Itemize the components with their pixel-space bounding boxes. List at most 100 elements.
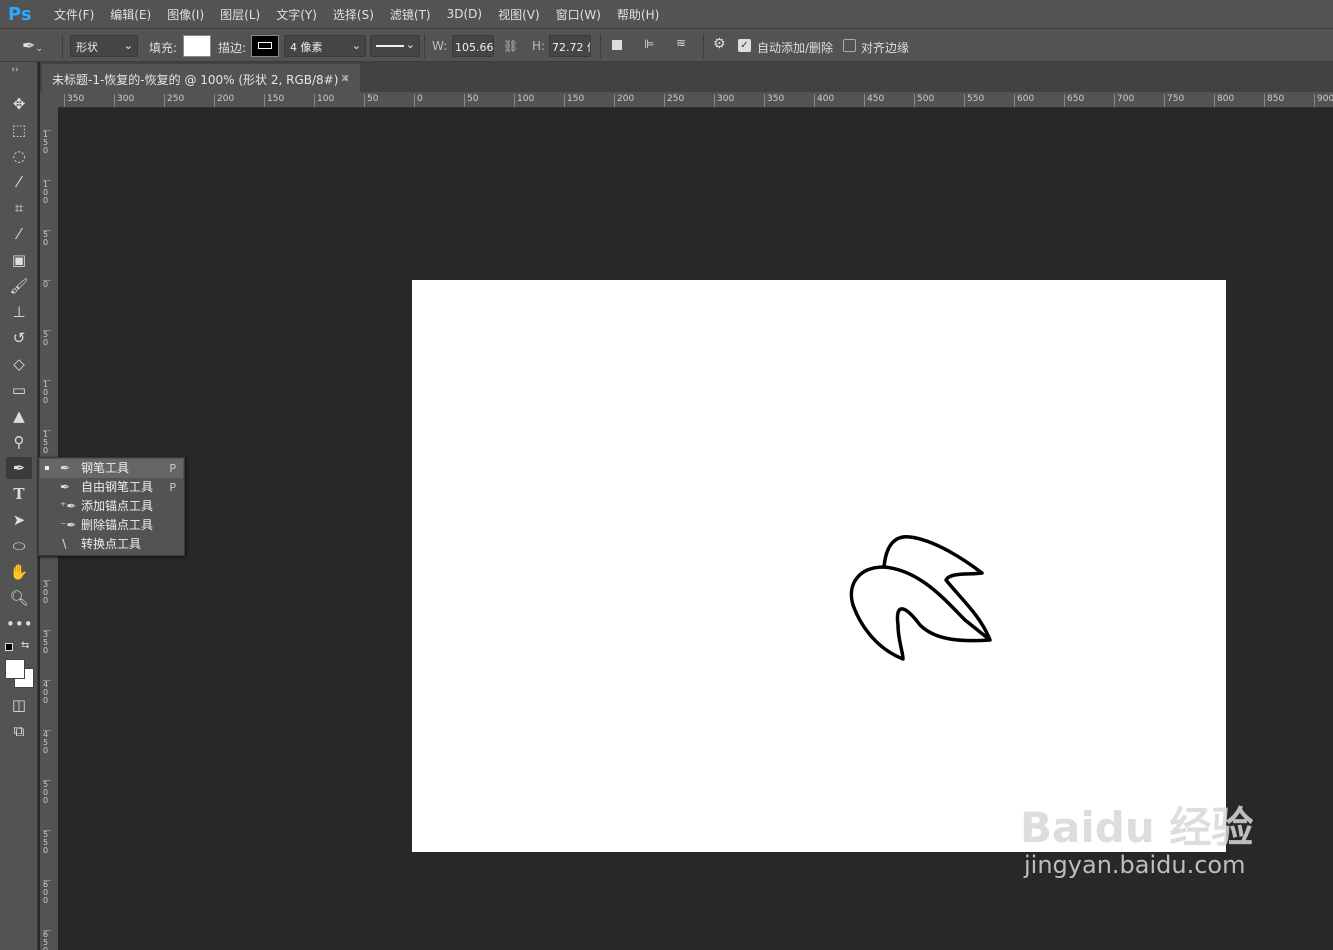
menu-help[interactable]: 帮助(H) [609, 6, 667, 23]
magic-wand-tool-icon[interactable]: ⁄ [6, 171, 32, 193]
menu-layer[interactable]: 图层(L) [212, 6, 268, 23]
link-icon[interactable]: ⛓ [503, 39, 518, 53]
screen-mode-icon[interactable]: ⧉ [6, 720, 32, 742]
fill-swatch[interactable] [183, 35, 211, 57]
flyout-item[interactable]: ✒︎ 钢笔工具 P [40, 459, 183, 478]
menu-image[interactable]: 图像(I) [159, 6, 212, 23]
height-input[interactable]: 72.72 像 [549, 35, 591, 57]
align-edges-checkbox[interactable] [843, 39, 856, 52]
path-alignment-icon[interactable]: ⊫ [644, 37, 654, 51]
move-tool-icon[interactable]: ✥ [6, 93, 32, 115]
ellipse-tool-icon[interactable]: ⬭ [6, 535, 32, 557]
flyout-item-label: 钢笔工具 [81, 461, 130, 475]
flyout-item-label: 添加锚点工具 [81, 499, 154, 513]
marquee-tool-icon[interactable]: ⬚ [6, 119, 32, 141]
menu-select[interactable]: 选择(S) [325, 6, 382, 23]
horizontal-ruler[interactable]: 350 300 250 200 150 100 50 0 50 100 150 200 250 300 35… [58, 92, 1333, 108]
document-canvas[interactable] [412, 280, 1226, 852]
menu-edit[interactable]: 编辑(E) [102, 6, 159, 23]
ruler-tick-label: 900 [1314, 94, 1333, 107]
ruler-tick-label: 300 [714, 94, 734, 107]
default-colors-icon[interactable] [5, 643, 13, 651]
dodge-tool-icon[interactable]: ⚲ [6, 431, 32, 453]
ruler-tick-label: 750 [1164, 94, 1184, 107]
swap-colors-icon[interactable]: ⇆ [21, 640, 29, 651]
freeform-pen-icon: ✒︎ [60, 480, 71, 494]
ruler-tick-label: 100 [43, 180, 51, 205]
width-label: W: [432, 39, 448, 53]
ruler-tick-label: 850 [1264, 94, 1284, 107]
ruler-tick-label: 450 [43, 730, 51, 755]
menu-view[interactable]: 视图(V) [490, 6, 548, 23]
menu-type[interactable]: 文字(Y) [268, 6, 325, 23]
type-tool-icon[interactable]: T [6, 483, 32, 505]
gradient-tool-icon[interactable]: ▭ [6, 379, 32, 401]
brush-tool-icon[interactable]: 🖌 [6, 275, 32, 297]
flyout-item-label: 删除锚点工具 [81, 518, 154, 532]
ruler-tick-label: 100 [43, 380, 51, 405]
menu-bar: Ps 文件(F) 编辑(E) 图像(I) 图层(L) 文字(Y) 选择(S) 滤… [0, 0, 1333, 28]
ruler-tick-label: 100 [514, 94, 534, 107]
ruler-tick-label: 250 [664, 94, 684, 107]
pen-tool-preset-icon[interactable]: ✒︎⌄ [22, 36, 43, 55]
width-input[interactable]: 105.66 像 [452, 35, 494, 57]
ruler-tick-label: 50 [43, 230, 51, 247]
flyout-item[interactable]: ⁻✒︎ 删除锚点工具 [40, 516, 183, 535]
ruler-tick-label: 400 [43, 680, 51, 705]
ruler-tick-label: 800 [1214, 94, 1234, 107]
stroke-type-select[interactable]: ⌄ [370, 35, 420, 57]
more-tools-icon[interactable]: ••• [6, 613, 33, 635]
ruler-tick-label: 300 [43, 580, 51, 605]
pen-tool-flyout-menu: ✒︎ 钢笔工具 P ✒︎ 自由钢笔工具 P ⁺✒︎ 添加锚点工具 ⁻✒︎ 删除锚点工具 ∖ 转换点工具 [38, 457, 185, 556]
options-bar: ✒︎⌄ 形状⌄ 填充: 描边: 4 像素⌄ ⌄ W: 105.66 像 ⛓ H:… [0, 28, 1333, 62]
ruler-tick-label: 150 [564, 94, 584, 107]
path-selection-tool-icon[interactable]: ➤ [6, 509, 32, 531]
foreground-color-swatch[interactable] [5, 659, 25, 679]
menu-3d[interactable]: 3D(D) [439, 7, 490, 21]
panel-collapse-icon[interactable]: ›› [2, 64, 28, 76]
eyedropper-tool-icon[interactable]: ⁄ [6, 223, 32, 245]
menu-window[interactable]: 窗口(W) [548, 6, 609, 23]
hand-tool-icon[interactable]: ✋ [6, 561, 32, 583]
ruler-tick-label: 500 [914, 94, 934, 107]
healing-brush-tool-icon[interactable]: ▣ [6, 249, 32, 271]
eraser-tool-icon[interactable]: ◇ [6, 353, 32, 375]
selected-indicator [45, 466, 49, 470]
flyout-item[interactable]: ∖ 转换点工具 [40, 535, 183, 554]
ruler-tick-label: 550 [964, 94, 984, 107]
watermark-url: jingyan.baidu.com [1024, 851, 1246, 879]
ruler-tick-label: 200 [214, 94, 234, 107]
convert-point-icon: ∖ [60, 537, 68, 551]
flyout-item-label: 转换点工具 [81, 537, 142, 551]
ruler-origin[interactable] [40, 92, 58, 108]
stroke-label: 描边: [218, 41, 247, 55]
quick-mask-icon[interactable]: ◫ [6, 694, 32, 716]
gear-icon[interactable]: ⚙ [713, 36, 726, 52]
lasso-tool-icon[interactable]: ◌ [6, 145, 32, 167]
crop-tool-icon[interactable]: ⌗ [6, 197, 32, 219]
ruler-tick-label: 650 [43, 930, 51, 950]
path-operations-icon[interactable] [612, 40, 622, 50]
flyout-item[interactable]: ⁺✒︎ 添加锚点工具 [40, 497, 183, 516]
clone-stamp-tool-icon[interactable]: ⊥ [6, 301, 32, 323]
stroke-width-select[interactable]: 4 像素 ⌄ [284, 35, 366, 57]
ruler-tick-label: 0 [414, 94, 423, 107]
flyout-item[interactable]: ✒︎ 自由钢笔工具 P [40, 478, 183, 497]
document-tab[interactable]: 未标题-1-恢复的-恢复的 @ 100% (形状 2, RGB/8#) * × [42, 64, 360, 92]
history-brush-tool-icon[interactable]: ↺ [6, 327, 32, 349]
ruler-tick-label: 350 [64, 94, 84, 107]
menu-file[interactable]: 文件(F) [46, 6, 102, 23]
tool-mode-select[interactable]: 形状 ⌄ [70, 35, 138, 57]
auto-add-delete-checkbox[interactable]: ✓ [738, 39, 751, 52]
pen-tool-icon[interactable]: ✒︎ [6, 457, 32, 479]
menu-filter[interactable]: 滤镜(T) [382, 6, 439, 23]
align-edges-label: 对齐边缘 [861, 41, 910, 55]
path-arrangement-icon[interactable]: ≋ [676, 36, 686, 50]
zoom-tool-icon[interactable]: 🔍︎ [6, 587, 32, 609]
bird-shape-path[interactable] [412, 280, 1226, 852]
blur-tool-icon[interactable]: ▲ [6, 405, 32, 427]
flyout-item-shortcut: P [169, 481, 176, 494]
stroke-swatch[interactable] [251, 35, 279, 57]
watermark-brand: Baidu 经验 [1020, 803, 1254, 852]
close-tab-icon[interactable]: × [340, 71, 350, 85]
